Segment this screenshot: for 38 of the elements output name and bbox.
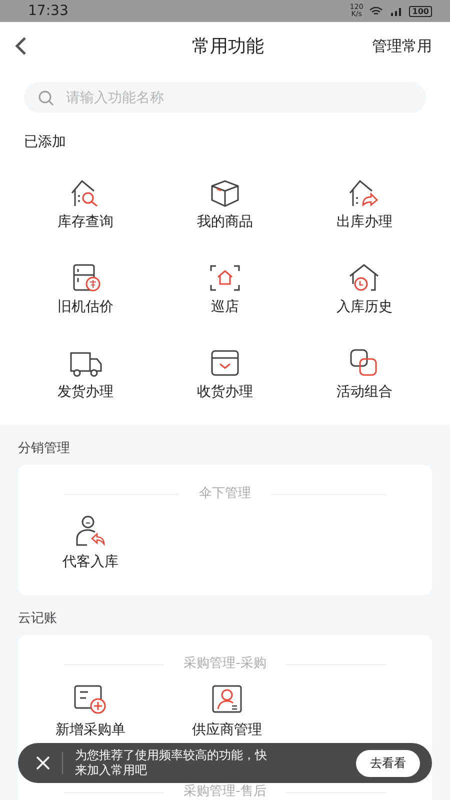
- function-item[interactable]: 库存查询: [16, 179, 156, 231]
- search-icon: [38, 90, 54, 106]
- toast-message: 为您推荐了使用频率较高的功能，快来加入常用吧: [75, 748, 268, 778]
- view-button[interactable]: 去看看: [356, 750, 420, 776]
- function-item[interactable]: 代客入库: [22, 515, 159, 571]
- function-item[interactable]: 新增采购单: [22, 685, 159, 739]
- group-title: 采购管理-售后: [184, 785, 266, 799]
- status-time: 17:33: [28, 3, 70, 19]
- wifi-icon: [369, 6, 384, 16]
- house-clock-icon: [348, 264, 380, 292]
- box-icon: [208, 179, 241, 207]
- manage-button[interactable]: 管理常用: [372, 36, 432, 56]
- function-item[interactable]: 我的商品: [155, 179, 295, 231]
- group-title: 伞下管理: [199, 487, 251, 501]
- page-title: 常用功能: [191, 35, 265, 58]
- function-item[interactable]: 发货办理: [16, 349, 156, 401]
- close-icon: [36, 756, 50, 770]
- function-item[interactable]: 入库历史: [294, 264, 434, 316]
- function-item[interactable]: 旧机估价: [16, 264, 156, 316]
- back-icon: [14, 36, 28, 56]
- inbox-check-icon: [208, 349, 241, 377]
- function-item[interactable]: 供应商管理: [158, 685, 296, 739]
- function-item[interactable]: 收货办理: [155, 349, 295, 401]
- function-item[interactable]: 出库办理: [294, 179, 434, 231]
- list-add-icon: [73, 685, 108, 715]
- close-button[interactable]: [36, 756, 50, 770]
- group-title: 采购管理-采购: [184, 657, 266, 671]
- function-item[interactable]: 巡店: [155, 264, 295, 316]
- section-title: 分销管理: [17, 440, 71, 458]
- section-title: 已添加: [24, 133, 67, 151]
- function-item[interactable]: 活动组合: [294, 349, 434, 401]
- contact-card-icon: [210, 685, 243, 715]
- search-field[interactable]: 请输入功能名称: [24, 82, 426, 113]
- battery-level: 100: [409, 6, 432, 16]
- scan-house-icon: [208, 264, 241, 292]
- section-title: 云记账: [17, 610, 58, 628]
- signal-icon: [389, 6, 404, 16]
- house-export-icon: [348, 179, 380, 207]
